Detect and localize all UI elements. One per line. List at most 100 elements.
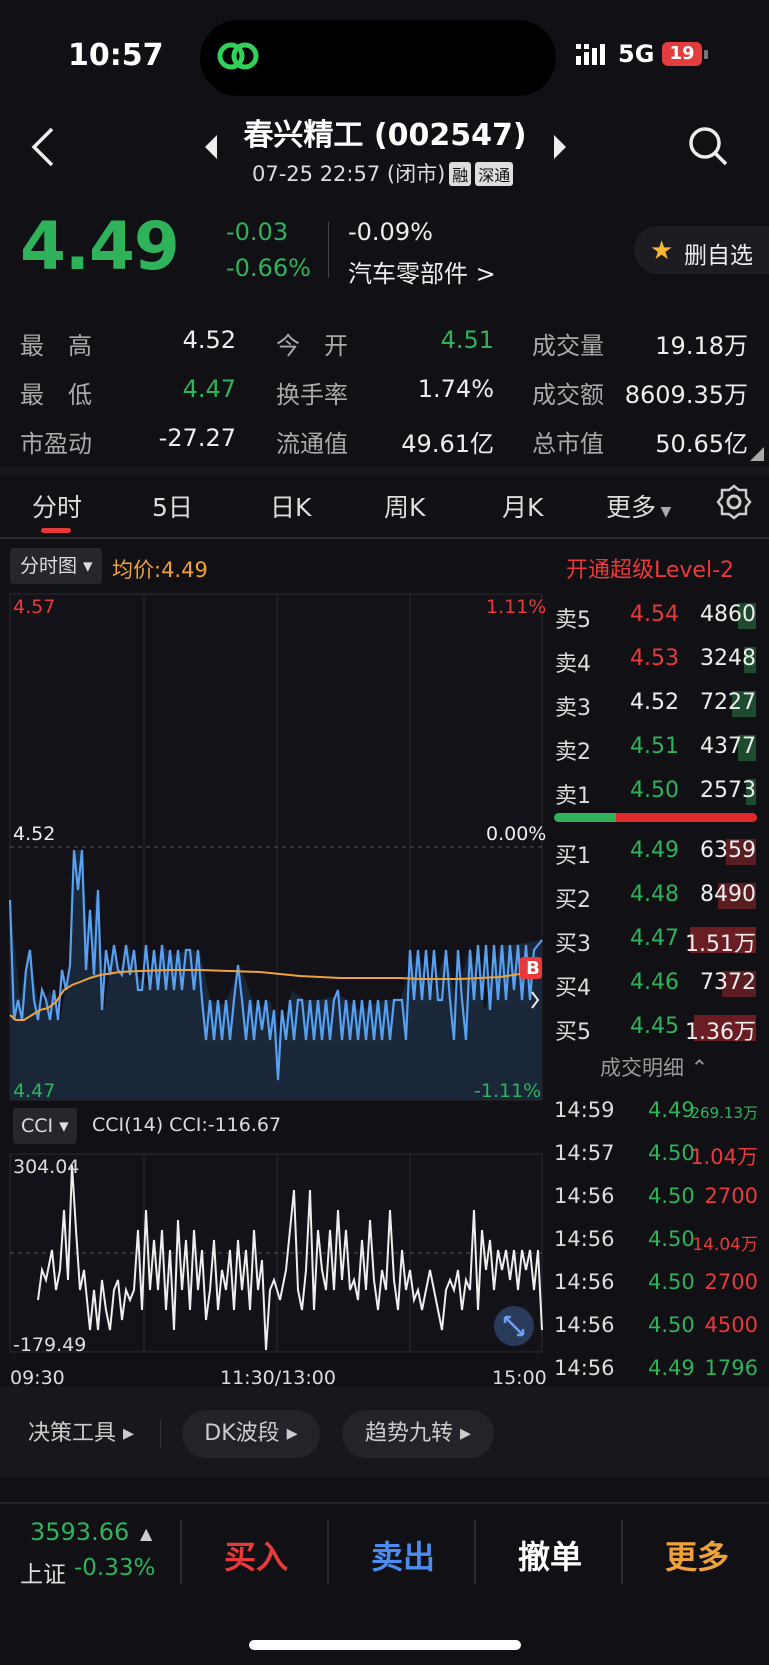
stat-value: 50.65亿 [655,430,748,458]
stat-value: 19.18万 [655,332,748,360]
sector-change: -0.09% [348,218,433,246]
ask-label: 卖1 [555,784,591,809]
price-axis-bottom: 4.47 [13,1080,56,1102]
tab-indicator [41,528,71,533]
price-change: -0.03 [226,218,289,246]
trade-time: 14:56 [554,1356,615,1380]
stat-label: 总市值 [532,430,604,458]
bid-volume: 7372 [700,970,756,995]
stat-label: 成交量 [532,332,604,360]
trade-time: 14:56 [554,1227,615,1251]
trade-volume: 1796 [704,1356,758,1380]
settings-icon[interactable] [716,484,752,524]
pct-axis-top: 1.11% [486,596,547,618]
sell-button[interactable]: 卖出 [333,1532,473,1578]
index-name: 上证 [20,1562,66,1588]
section-divider [0,466,769,476]
ask-volume: 4377 [700,734,756,759]
tab-weekly[interactable]: 周K [384,488,425,524]
buy-marker-label: B [526,958,540,979]
stat-value: 4.52 [182,326,236,354]
dk-band-button[interactable]: DK波段 ▸ [182,1410,320,1458]
home-indicator[interactable] [249,1640,521,1650]
battery-tip [704,50,708,59]
stat-value: 8609.35万 [624,381,748,409]
bid-label: 买5 [555,1020,591,1045]
buy-sell-ratio-bar [616,813,757,822]
intraday-chart[interactable] [0,590,552,1390]
tab-more[interactable]: 更多 ▼ [606,488,671,524]
level2-link[interactable]: 开通超级Level-2 [566,552,734,584]
link-icon [214,36,262,80]
trade-time: 14:59 [554,1098,615,1122]
tabs-divider [0,537,769,539]
bottom-divider [0,1502,769,1504]
stat-label: 最 低 [20,381,92,409]
signal-icon [576,44,612,70]
market-status: 07-25 22:57 (闭市) 融深通 [252,158,514,188]
stat-value: 4.47 [182,375,236,403]
corner-icon [750,446,764,465]
decision-tools-button[interactable]: 决策工具 ▸ [28,1410,134,1458]
ask-volume: 4860 [700,602,756,627]
trade-volume: 2700 [704,1184,758,1208]
cci-axis-top: 304.04 [13,1156,80,1178]
stat-value: -27.27 [158,424,236,452]
favorite-label: 删自选 [684,243,753,269]
more-button[interactable]: 更多 [627,1532,767,1578]
stat-label: 今 开 [276,332,348,360]
cci-axis-bottom: -179.49 [13,1334,87,1356]
trade-volume: 2700 [704,1270,758,1294]
index-value[interactable]: 3593.66 [30,1518,129,1546]
ask-label: 卖2 [555,740,591,765]
connect-tag: 深通 [475,162,514,186]
nav-divider [180,1520,182,1584]
trade-detail-header[interactable]: 成交明细 ⌃ [600,1052,708,1082]
price-change-pct: -0.66% [226,254,311,282]
cancel-order-button[interactable]: 撤单 [480,1532,620,1578]
buy-sell-ratio-bar [554,813,616,822]
buy-button[interactable]: 买入 [186,1532,326,1578]
trend-nine-button[interactable]: 趋势九转 ▸ [342,1410,494,1458]
tab-intraday[interactable]: 分时 [32,488,82,524]
search-icon[interactable] [688,126,728,170]
nav-divider [327,1520,329,1584]
ask-volume: 3248 [700,646,756,671]
ask-volume: 7227 [700,690,756,715]
back-icon[interactable] [28,125,58,173]
bid-label: 买3 [555,932,591,957]
indicator-button[interactable]: CCI ▾ [13,1108,77,1144]
margin-tag: 融 [449,162,472,186]
price-axis-top: 4.57 [13,596,56,618]
bid-label: 买2 [555,888,591,913]
divider [328,222,329,278]
pct-axis-bottom: -1.11% [474,1080,542,1102]
stock-title: 春兴精工 (002547) [243,118,527,153]
stat-label: 市盈动 [20,430,92,458]
stat-label: 最 高 [20,332,92,360]
tab-daily[interactable]: 日K [270,488,311,524]
cci-value: CCI(14) CCI:-116.67 [92,1114,282,1136]
next-stock-icon[interactable] [552,135,566,163]
bid-volume: 1.36万 [685,1020,756,1045]
tab-monthly[interactable]: 月K [502,488,543,524]
index-change: -0.33% [74,1555,156,1581]
nav-divider [474,1520,476,1584]
prev-stock-icon[interactable] [205,135,219,163]
stat-label: 成交额 [532,381,604,409]
bid-label: 买1 [555,844,591,869]
star-icon: ★ [650,236,674,266]
ask-volume: 2573 [700,778,756,803]
trade-time: 14:56 [554,1184,615,1208]
up-arrow-icon: ▲ [140,1524,153,1543]
bid-volume: 6359 [700,838,756,863]
last-price: 4.49 [20,208,180,285]
network-label: 5G [618,40,655,68]
sector-link[interactable]: 汽车零部件 > [348,254,496,289]
status-time: 10:57 [68,38,164,73]
tab-5day[interactable]: 5日 [152,488,193,524]
trade-time: 14:56 [554,1313,615,1337]
stat-label: 换手率 [276,381,348,409]
trade-time: 14:57 [554,1141,615,1165]
chart-mode-button[interactable]: 分时图 ▾ [10,548,102,584]
